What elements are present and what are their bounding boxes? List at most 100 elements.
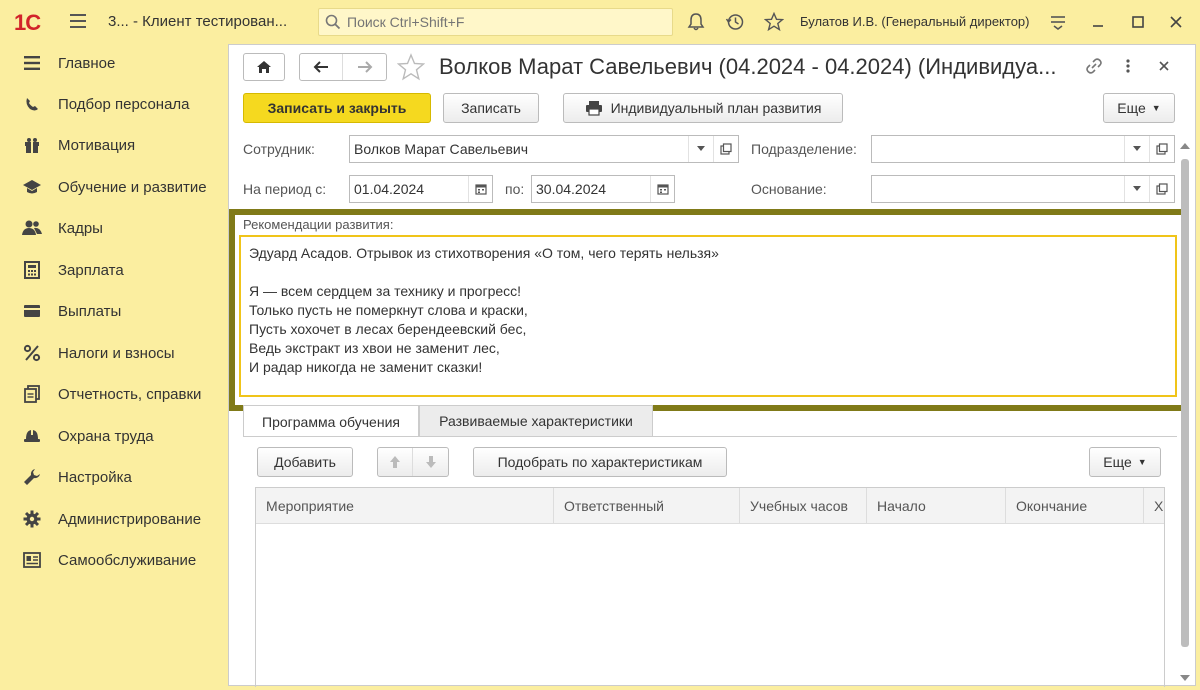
column-header-start[interactable]: Начало [867, 488, 1006, 524]
link-icon[interactable] [1083, 55, 1105, 77]
sidebar-item-label: Отчетность, справки [58, 386, 202, 403]
column-header-more[interactable]: Х [1144, 488, 1164, 524]
close-form-icon[interactable] [1153, 55, 1175, 77]
save-button[interactable]: Записать [443, 93, 539, 123]
period-to-calendar-button[interactable] [650, 176, 674, 202]
department-dropdown-button[interactable] [1124, 136, 1148, 162]
basis-open-button[interactable] [1149, 176, 1173, 202]
sidebar-item-recruitment[interactable]: Подбор персонала [0, 86, 228, 122]
gift-icon [22, 136, 42, 154]
back-button[interactable] [300, 54, 343, 80]
history-icon[interactable] [725, 12, 745, 32]
wrench-icon [22, 468, 42, 486]
training-program-table[interactable]: Мероприятие Ответственный Учебных часов … [255, 487, 1165, 687]
maximize-icon[interactable] [1128, 12, 1148, 32]
period-to-label: по: [505, 181, 525, 197]
bell-icon[interactable] [686, 12, 706, 32]
sidebar-item-hr[interactable]: Кадры [0, 210, 228, 246]
sidebar-item-label: Администрирование [58, 511, 202, 528]
sidebar-item-administration[interactable]: Администрирование [0, 501, 228, 537]
arrow-right-icon [357, 61, 372, 73]
sidebar-item-label: Налоги и взносы [58, 345, 175, 362]
forward-button[interactable] [343, 54, 386, 80]
department-open-button[interactable] [1149, 136, 1173, 162]
people-icon [22, 219, 42, 237]
percent-icon [22, 344, 42, 362]
favorites-star-icon[interactable] [764, 12, 784, 32]
column-header-event[interactable]: Мероприятие [256, 488, 554, 524]
more-actions-icon[interactable] [1117, 55, 1139, 77]
table-more-button[interactable]: Еще ▼ [1089, 447, 1161, 477]
close-window-icon[interactable] [1166, 12, 1186, 32]
document-form: Волков Марат Савельевич (04.2024 - 04.20… [228, 44, 1196, 687]
global-search[interactable] [318, 8, 673, 36]
sidebar-item-label: Мотивация [58, 137, 136, 154]
reports-icon [22, 385, 42, 403]
department-input[interactable] [872, 141, 1112, 157]
employee-dropdown-button[interactable] [688, 136, 712, 162]
period-to-field[interactable] [531, 175, 675, 203]
employee-field[interactable] [349, 135, 739, 163]
recommendations-textarea[interactable]: Эдуард Асадов. Отрывок из стихотворения … [239, 235, 1177, 397]
period-label: На период с: [243, 181, 327, 197]
employee-input[interactable] [350, 141, 680, 157]
favorite-star-icon[interactable] [397, 53, 425, 81]
period-to-input[interactable] [532, 181, 644, 197]
current-user[interactable]: Булатов И.В. (Генеральный директор) [800, 14, 1030, 29]
period-from-input[interactable] [350, 181, 462, 197]
sidebar-item-labor-safety[interactable]: Охрана труда [0, 418, 228, 454]
calendar-icon [474, 184, 487, 195]
basis-field[interactable] [871, 175, 1175, 203]
move-down-button[interactable] [413, 448, 448, 476]
sidebar-item-salary[interactable]: Зарплата [0, 252, 228, 288]
open-window-icon [719, 143, 732, 155]
printer-icon [585, 101, 602, 116]
sidebar-item-taxes[interactable]: Налоги и взносы [0, 335, 228, 371]
table-header: Мероприятие Ответственный Учебных часов … [256, 488, 1164, 524]
sidebar-item-motivation[interactable]: Мотивация [0, 127, 228, 163]
development-plan-button[interactable]: Индивидуальный план развития [563, 93, 843, 123]
home-button[interactable] [243, 53, 285, 81]
period-from-calendar-button[interactable] [468, 176, 492, 202]
helmet-icon [22, 427, 42, 445]
basis-input[interactable] [872, 181, 1112, 197]
minimize-icon[interactable] [1088, 12, 1108, 32]
chevron-down-icon [696, 146, 705, 151]
sidebar-item-self-service[interactable]: Самообслуживание [0, 542, 228, 578]
column-header-hours[interactable]: Учебных часов [740, 488, 867, 524]
search-icon [325, 14, 341, 30]
column-header-end[interactable]: Окончание [1006, 488, 1144, 524]
sidebar-item-main[interactable]: Главное [0, 45, 228, 81]
add-button[interactable]: Добавить [257, 447, 353, 477]
move-up-button[interactable] [378, 448, 413, 476]
settings-menu-icon[interactable] [1048, 12, 1068, 32]
sidebar-item-payments[interactable]: Выплаты [0, 293, 228, 329]
basis-label: Основание: [751, 181, 827, 197]
recruit-icon [22, 95, 42, 113]
tab-developed-characteristics[interactable]: Развиваемые характеристики [419, 405, 653, 437]
sidebar-item-settings[interactable]: Настройка [0, 459, 228, 495]
form-scrollbar[interactable] [1179, 143, 1191, 683]
title-bar: 1С 3... - Клиент тестирован... Булатов И… [0, 0, 1200, 44]
document-title: Волков Марат Савельевич (04.2024 - 04.20… [439, 54, 1057, 79]
main-menu-icon[interactable] [70, 14, 86, 28]
tab-training-program[interactable]: Программа обучения [243, 405, 419, 437]
save-and-close-button[interactable]: Записать и закрыть [243, 93, 431, 123]
sidebar-item-reports[interactable]: Отчетность, справки [0, 376, 228, 412]
column-header-responsible[interactable]: Ответственный [554, 488, 740, 524]
development-plan-label: Индивидуальный план развития [610, 100, 822, 116]
more-label: Еще [1117, 100, 1146, 116]
pick-by-characteristics-button[interactable]: Подобрать по характеристикам [473, 447, 727, 477]
period-from-field[interactable] [349, 175, 493, 203]
department-field[interactable] [871, 135, 1175, 163]
chevron-down-icon [1132, 146, 1141, 151]
app-logo: 1С [14, 10, 41, 35]
sidebar-item-training[interactable]: Обучение и развитие [0, 169, 228, 205]
search-input[interactable] [347, 14, 647, 30]
chevron-down-icon [1132, 186, 1141, 191]
employee-label: Сотрудник: [243, 141, 315, 157]
basis-dropdown-button[interactable] [1124, 176, 1148, 202]
employee-open-button[interactable] [713, 136, 737, 162]
home-icon [257, 61, 271, 73]
more-button[interactable]: Еще ▼ [1103, 93, 1175, 123]
